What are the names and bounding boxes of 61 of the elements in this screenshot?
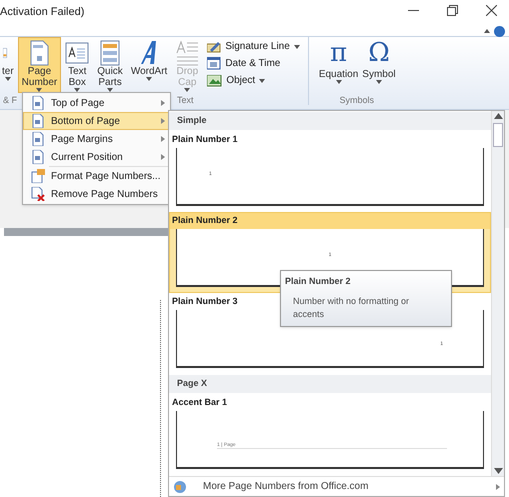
menu-item[interactable]: Bottom of Page [23,112,170,130]
pen-icon [207,40,222,52]
more-link[interactable]: More Page Numbers from Office.com [169,476,504,496]
item-title: Plain Number 1 [172,133,238,146]
item-title: Plain Number 2 [172,214,238,228]
remove-icon [31,187,45,201]
menu-item[interactable]: Format Page Numbers... [23,167,170,185]
scrollbar[interactable] [491,111,504,476]
restore-icon[interactable] [447,5,458,16]
scroll-thumb[interactable] [493,123,503,147]
scroll-up-icon[interactable] [494,113,502,119]
tooltip-title: Plain Number 2 [285,275,352,288]
submenu-arrow-icon [161,118,165,124]
tooltip-text: Number with no formatting or accents [292,294,410,321]
ribbon-small-button[interactable]: Signature Line [207,39,300,54]
menu-item[interactable]: Top of Page [23,94,170,112]
group-label: Text [177,94,194,107]
ribbon-button[interactable]: Quick Parts [93,37,127,93]
caret-icon [376,80,382,84]
quick-parts-icon [98,40,122,66]
text-box-icon [65,40,90,66]
caret-icon [336,80,342,84]
page-icon [32,150,44,164]
caret-icon [294,44,300,48]
menu-item[interactable]: Remove Page Numbers [23,185,170,203]
item-title: Plain Number 3 [172,295,238,308]
group-label: & F [3,94,18,107]
menu-item[interactable]: Current Position [23,148,170,166]
calendar-icon [207,57,222,70]
section-heading: Simple [177,114,207,128]
ribbon-button[interactable]: Page Number [18,37,62,93]
caret-icon [146,77,152,81]
submenu-arrow-icon [161,154,165,160]
submenu-arrow-icon [161,136,165,142]
close-icon[interactable] [486,5,497,16]
page-icon [32,96,44,110]
ribbon-button[interactable]: Text Box [61,37,94,93]
collapse-ribbon-icon [484,29,490,33]
ribbon-button[interactable]: WordArt [126,37,172,93]
window-title: Activation Failed) [0,5,84,20]
submenu-arrow-icon [496,484,500,490]
item-title: Accent Bar 1 [172,396,228,410]
caret-icon [184,88,190,92]
minimize-icon[interactable] [408,10,419,12]
drop-cap-icon [175,40,200,66]
object-icon [207,74,222,86]
ribbon-small-button[interactable]: Date & Time [207,56,300,71]
group-label: Symbols [340,94,374,107]
menu-item[interactable]: Page Margins [23,130,170,148]
ribbon-button[interactable]: Ω Symbol [360,37,398,84]
scroll-down-icon[interactable] [494,468,502,474]
ribbon-button[interactable]: ter [0,37,18,93]
format-icon [31,169,45,183]
caret-icon [4,77,11,81]
page-icon [32,132,44,146]
ribbon-small-button[interactable]: Object [207,73,300,88]
caret-icon [259,78,266,82]
submenu-arrow-icon [161,100,165,106]
page-icon [32,114,44,128]
section-heading: Page X [177,377,208,390]
ribbon-button[interactable]: π Equation [316,37,360,84]
